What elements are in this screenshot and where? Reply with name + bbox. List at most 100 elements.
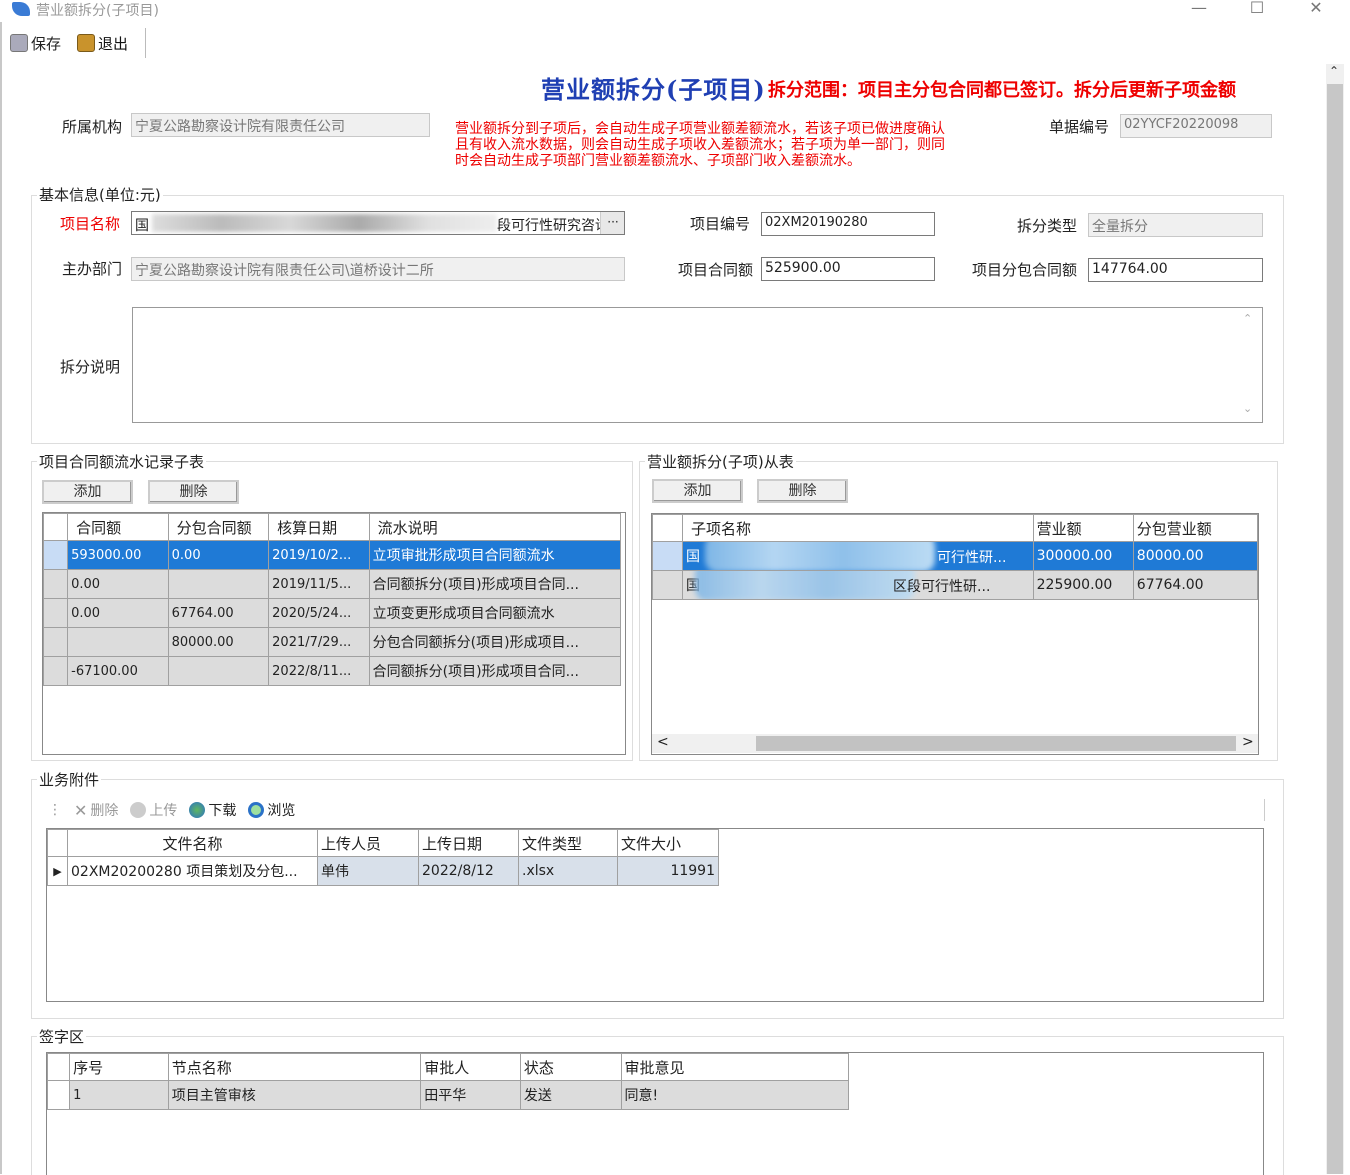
col-header-subitem-name[interactable]: 子项名称 [682,514,1034,542]
col-header-uploader[interactable]: 上传人员 [317,829,419,857]
attach-upload-button[interactable]: 上传 [130,800,177,820]
row-header[interactable] [42,627,69,657]
docno-field[interactable]: 02YYCF20220098 [1120,114,1272,138]
row-header[interactable] [42,569,69,599]
row-header[interactable] [42,540,69,570]
project-no-field[interactable]: 02XM20190280 [761,212,935,236]
contract-cell[interactable]: 0.00 [67,598,169,628]
col-header-status[interactable]: 状态 [519,1053,622,1081]
account-date-cell[interactable]: 2019/10/2... [268,540,370,570]
col-header-revenue[interactable]: 营业额 [1032,514,1134,542]
col-header-file-type[interactable]: 文件类型 [518,829,618,857]
file-type-cell[interactable]: .xlsx [518,856,618,886]
status-cell[interactable]: 发送 [519,1080,622,1110]
seq-cell[interactable]: 1 [69,1080,169,1110]
sub-revenue-cell[interactable]: 80000.00 [1132,541,1259,571]
signature-grid[interactable]: 序号 节点名称 审批人 状态 审批意见 1 项目主管审核 田平华 发送 同意! [46,1052,1264,1175]
uploader-cell[interactable]: 单伟 [317,856,419,886]
table-row[interactable]: 80000.00 2021/7/29... 分包合同额拆分(项目)形成项目... [42,627,622,657]
attach-download-button[interactable]: 下载 [189,800,236,820]
save-button[interactable]: 保存 [10,32,61,54]
col-header-contract[interactable]: 合同额 [67,513,169,541]
flow-desc-cell[interactable]: 立项变更形成项目合同额流水 [368,598,622,628]
left-delete-button[interactable]: 删除 [148,480,239,504]
table-row[interactable]: 国 可行性研... 300000.00 80000.00 [651,541,1259,571]
minimize-button[interactable]: — [1176,0,1222,20]
right-add-button[interactable]: 添加 [652,479,743,503]
attachments-grid[interactable]: 文件名称 上传人员 上传日期 文件类型 文件大小 ▶ 02XM20200280 … [46,828,1264,1002]
col-header-approver[interactable]: 审批人 [420,1053,521,1081]
col-header-sub-revenue[interactable]: 分包营业额 [1132,514,1259,542]
desc-textarea[interactable] [132,307,1263,423]
browse-button[interactable]: ··· [600,212,624,234]
table-row[interactable]: -67100.00 2022/8/11... 合同额拆分(项目)形成项目合同... [42,656,622,686]
subitem-split-grid[interactable]: 子项名称 营业额 分包营业额 国 可行性研... 300000.00 80000… [651,513,1259,755]
contract-cell[interactable] [67,627,169,657]
table-row[interactable]: ▶ 02XM20200280 项目策划及分包... 单伟 2022/8/12 .… [47,856,719,886]
sub-contract-cell[interactable]: 80000.00 [167,627,270,657]
table-row[interactable]: 593000.00 0.00 2019/10/2... 立项审批形成项目合同额流水 [42,540,622,570]
node-name-cell[interactable]: 项目主管审核 [167,1080,422,1110]
opinion-cell[interactable]: 同意! [620,1080,850,1110]
contract-field[interactable]: 525900.00 [761,257,935,281]
subitem-name-cell[interactable]: 国 区段可行性研... [682,570,1034,600]
sub-contract-cell[interactable]: 0.00 [167,540,270,570]
revenue-cell[interactable]: 225900.00 [1032,570,1134,600]
page-scrollbar[interactable]: ⌃ [1326,64,1344,1174]
split-type-field[interactable]: 全量拆分 [1088,213,1263,237]
org-field[interactable]: 宁夏公路勘察设计院有限责任公司 [131,113,430,137]
col-header-flow-desc[interactable]: 流水说明 [368,513,622,541]
contract-cell[interactable]: 0.00 [67,569,169,599]
col-header-seq[interactable]: 序号 [69,1053,169,1081]
revenue-cell[interactable]: 300000.00 [1032,541,1134,571]
scroll-thumb[interactable] [756,736,1236,751]
scroll-left-arrow[interactable]: < [657,734,669,750]
account-date-cell[interactable]: 2022/8/11... [268,656,370,686]
scroll-right-arrow[interactable]: > [1242,734,1254,750]
left-add-button[interactable]: 添加 [42,480,133,504]
table-row[interactable]: 1 项目主管审核 田平华 发送 同意! [46,1080,850,1110]
row-header[interactable] [651,541,684,571]
attach-browse-button[interactable]: 浏览 [248,800,295,820]
sub-revenue-cell[interactable]: 67764.00 [1132,570,1259,600]
attach-delete-button[interactable]: ✕ 删除 [74,800,118,820]
table-row[interactable]: 国 区段可行性研... 225900.00 67764.00 [651,570,1259,600]
desc-scroll-down-icon[interactable]: ⌄ [1243,402,1252,415]
col-header-file-name[interactable]: 文件名称 [67,829,318,857]
sub-contract-field[interactable]: 147764.00 [1088,258,1263,282]
flow-desc-cell[interactable]: 立项审批形成项目合同额流水 [368,540,622,570]
contract-cell[interactable]: -67100.00 [67,656,169,686]
sub-contract-cell[interactable] [167,569,270,599]
project-name-field[interactable]: 国 段可行性研究咨询服务 ··· [131,211,625,235]
contract-cell[interactable]: 593000.00 [67,540,169,570]
flow-desc-cell[interactable]: 分包合同额拆分(项目)形成项目... [368,627,622,657]
flow-desc-cell[interactable]: 合同额拆分(项目)形成项目合同... [368,569,622,599]
row-header[interactable] [42,656,69,686]
flow-desc-cell[interactable]: 合同额拆分(项目)形成项目合同... [368,656,622,686]
file-size-cell[interactable]: 11991 [617,856,719,886]
account-date-cell[interactable]: 2021/7/29... [268,627,370,657]
close-button[interactable]: ✕ [1293,0,1339,20]
col-header-opinion[interactable]: 审批意见 [620,1053,850,1081]
right-delete-button[interactable]: 删除 [757,479,848,503]
sub-contract-cell[interactable]: 67764.00 [167,598,270,628]
approver-cell[interactable]: 田平华 [420,1080,521,1110]
sub-contract-cell[interactable] [167,656,270,686]
file-name-cell[interactable]: 02XM20200280 项目策划及分包... [67,856,318,886]
col-header-upload-date[interactable]: 上传日期 [418,829,519,857]
account-date-cell[interactable]: 2020/5/24... [268,598,370,628]
col-header-node-name[interactable]: 节点名称 [167,1053,422,1081]
row-header[interactable] [651,570,684,600]
table-row[interactable]: 0.00 67764.00 2020/5/24... 立项变更形成项目合同额流水 [42,598,622,628]
row-header[interactable] [42,598,69,628]
dept-field[interactable]: 宁夏公路勘察设计院有限责任公司\道桥设计二所 [131,257,625,281]
contract-flow-grid[interactable]: 合同额 分包合同额 核算日期 流水说明 593000.00 0.00 2019/10/2.… [42,512,626,755]
account-date-cell[interactable]: 2019/11/5... [268,569,370,599]
subitem-name-cell[interactable]: 国 可行性研... [682,541,1034,571]
exit-button[interactable]: 退出 [77,32,128,54]
desc-scroll-up-icon[interactable]: ⌃ [1243,312,1252,325]
scroll-up-arrow[interactable]: ⌃ [1329,64,1339,78]
table-row[interactable]: 0.00 2019/11/5... 合同额拆分(项目)形成项目合同... [42,569,622,599]
col-header-sub-contract[interactable]: 分包合同额 [167,513,270,541]
col-header-account-date[interactable]: 核算日期 [268,513,370,541]
